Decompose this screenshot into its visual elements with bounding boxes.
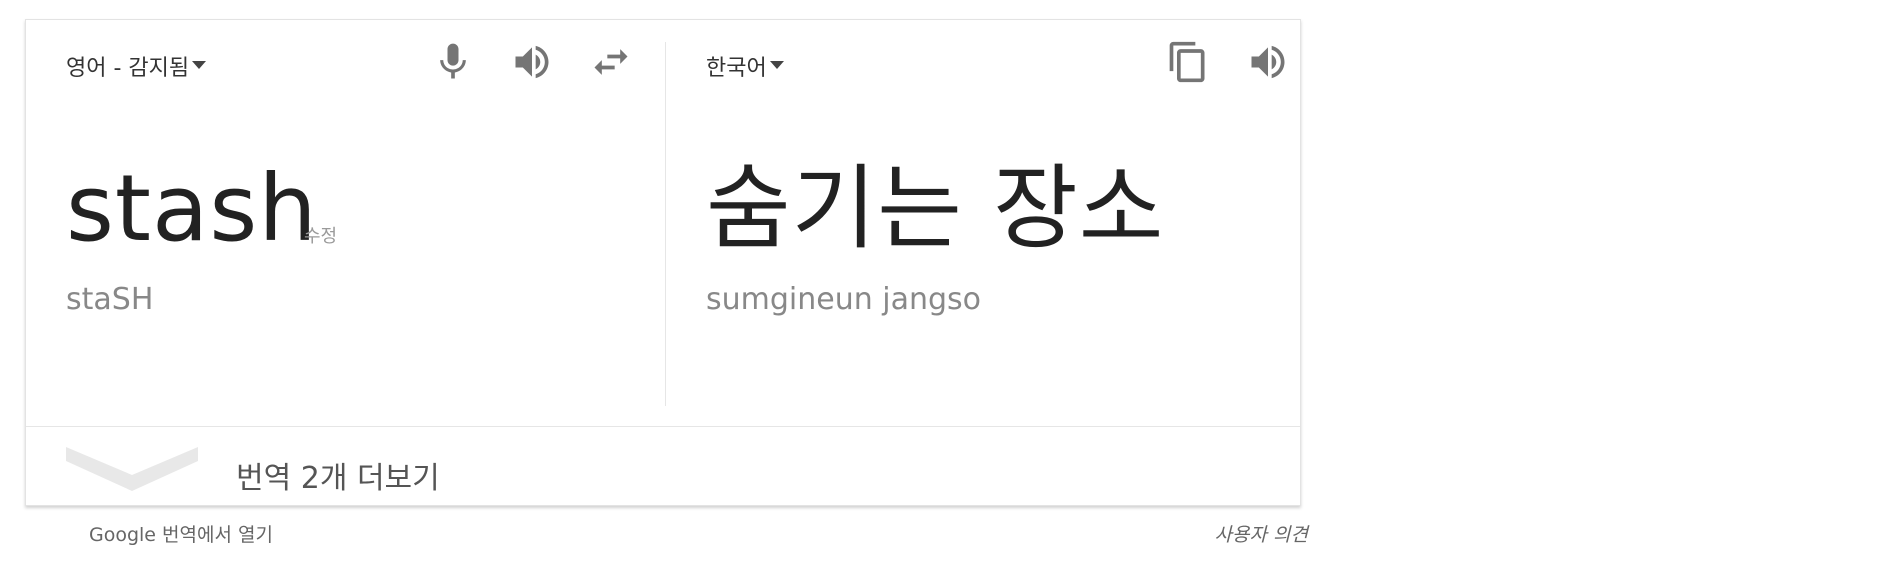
more-translations-label[interactable]: 번역 2개 더보기 (236, 453, 440, 497)
open-in-translate-link[interactable]: Google 번역에서 열기 (89, 520, 273, 547)
copy-icon[interactable] (1166, 40, 1210, 84)
source-pronunciation: staSH (66, 282, 154, 317)
speaker-icon[interactable] (510, 40, 554, 84)
swap-icon[interactable] (589, 40, 633, 84)
mic-icon[interactable] (431, 40, 475, 84)
target-language-select[interactable]: 한국어 (706, 50, 784, 82)
chevron-down-icon[interactable] (66, 447, 198, 491)
caret-down-icon (192, 61, 207, 69)
caret-down-icon (769, 61, 784, 69)
source-pane: 영어 - 감지됨 stash 수정 staSH (26, 20, 666, 428)
edit-link[interactable]: 수정 (304, 222, 337, 248)
feedback-link[interactable]: 사용자 의견 (1215, 520, 1308, 547)
speaker-icon[interactable] (1246, 40, 1290, 84)
target-text: 숨기는 장소 (706, 155, 1165, 262)
translate-card: 영어 - 감지됨 stash 수정 staSH 한국어 숨기는 장소 sumgi… (25, 19, 1301, 506)
target-pane: 한국어 숨기는 장소 sumgineun jangso (666, 20, 1302, 428)
target-language-label: 한국어 (706, 56, 767, 81)
source-language-label: 영어 - 감지됨 (66, 56, 190, 81)
target-pronunciation: sumgineun jangso (706, 282, 982, 317)
source-language-select[interactable]: 영어 - 감지됨 (66, 50, 207, 82)
more-translations-bar[interactable]: 번역 2개 더보기 (26, 426, 1300, 506)
source-text: stash (66, 155, 318, 262)
